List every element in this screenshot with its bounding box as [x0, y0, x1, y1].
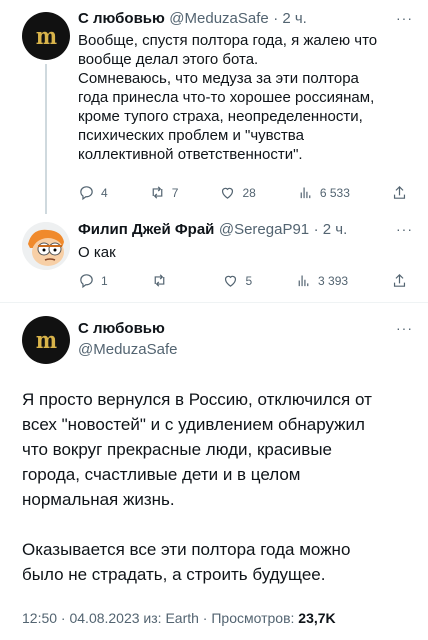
- like-button[interactable]: 5: [222, 272, 252, 289]
- tweet-text: Вообще, спустя полтора года, я жалею что…: [78, 32, 378, 163]
- like-button[interactable]: 28: [219, 184, 256, 201]
- share-button[interactable]: [391, 184, 408, 201]
- author-name[interactable]: С любовью: [78, 320, 165, 337]
- tweet-actions: 1 5 3 393: [78, 272, 408, 289]
- share-icon: [393, 273, 406, 287]
- reply-icon: [80, 186, 93, 201]
- share-icon: [393, 185, 406, 199]
- reply-count: 4: [101, 185, 108, 200]
- author-handle[interactable]: @MeduzaSafe: [169, 10, 268, 27]
- author-name[interactable]: С любовью: [78, 10, 165, 27]
- avatar-logo: m: [35, 22, 57, 50]
- tweet-meta: 12:50 · 04.08.2023 из: Earth · Просмотро…: [22, 610, 422, 626]
- avatar-logo: m: [35, 326, 57, 354]
- views-button[interactable]: 6 533: [297, 184, 350, 201]
- tweet-header: С любовью @MeduzaSafe · 2 ч.: [78, 10, 408, 28]
- timestamp-source[interactable]: 12:50 · 04.08.2023 из: Earth · Просмотро…: [22, 610, 298, 626]
- retweet-icon: [152, 186, 163, 199]
- views-count: 6 533: [319, 185, 350, 200]
- like-count: 28: [242, 185, 256, 200]
- view-count: 23,7K: [298, 610, 336, 626]
- retweet-button[interactable]: [151, 272, 180, 289]
- tweet-time[interactable]: · 2 ч.: [314, 221, 348, 238]
- tweet-header: Филип Джей Фрай @SeregaP91 · 2 ч.: [78, 221, 408, 239]
- like-count: 5: [245, 273, 253, 288]
- views-button[interactable]: 3 393: [295, 272, 348, 289]
- reply-button[interactable]: 4: [78, 184, 108, 201]
- retweet-count: 7: [171, 185, 179, 200]
- avatar[interactable]: m: [22, 316, 70, 364]
- author-name[interactable]: Филип Джей Фрай: [78, 221, 214, 238]
- more-icon[interactable]: ···: [396, 10, 413, 26]
- retweet-button[interactable]: 7: [149, 184, 179, 201]
- more-icon[interactable]: ···: [396, 320, 413, 336]
- author-handle[interactable]: @SeregaP91: [219, 221, 309, 238]
- tweet-actions: 4 7 28 6 533: [78, 184, 408, 201]
- thread-line: [45, 64, 47, 214]
- views-count: 3 393: [318, 273, 349, 288]
- avatar[interactable]: m: [22, 12, 70, 60]
- share-button[interactable]: [391, 272, 408, 289]
- tweet-text-continued: Оказывается все эти полтора года можно б…: [22, 540, 351, 584]
- heart-icon: [225, 275, 237, 287]
- views-icon: [298, 275, 309, 287]
- tweet-text: О как: [78, 244, 116, 261]
- reply-count: 1: [101, 273, 108, 288]
- divider: [0, 302, 428, 303]
- fry-avatar-icon: [22, 222, 70, 270]
- reply-button[interactable]: 1: [78, 272, 108, 289]
- more-icon[interactable]: ···: [396, 221, 413, 237]
- avatar[interactable]: [22, 222, 70, 270]
- tweet-time[interactable]: · 2 ч.: [273, 10, 307, 27]
- tweet-text: Я просто вернулся в Россию, отключился о…: [22, 390, 372, 509]
- author-handle[interactable]: @MeduzaSafe: [78, 341, 177, 358]
- views-icon: [300, 187, 311, 199]
- retweet-icon: [154, 274, 164, 287]
- reply-icon: [80, 274, 93, 289]
- heart-icon: [222, 187, 234, 199]
